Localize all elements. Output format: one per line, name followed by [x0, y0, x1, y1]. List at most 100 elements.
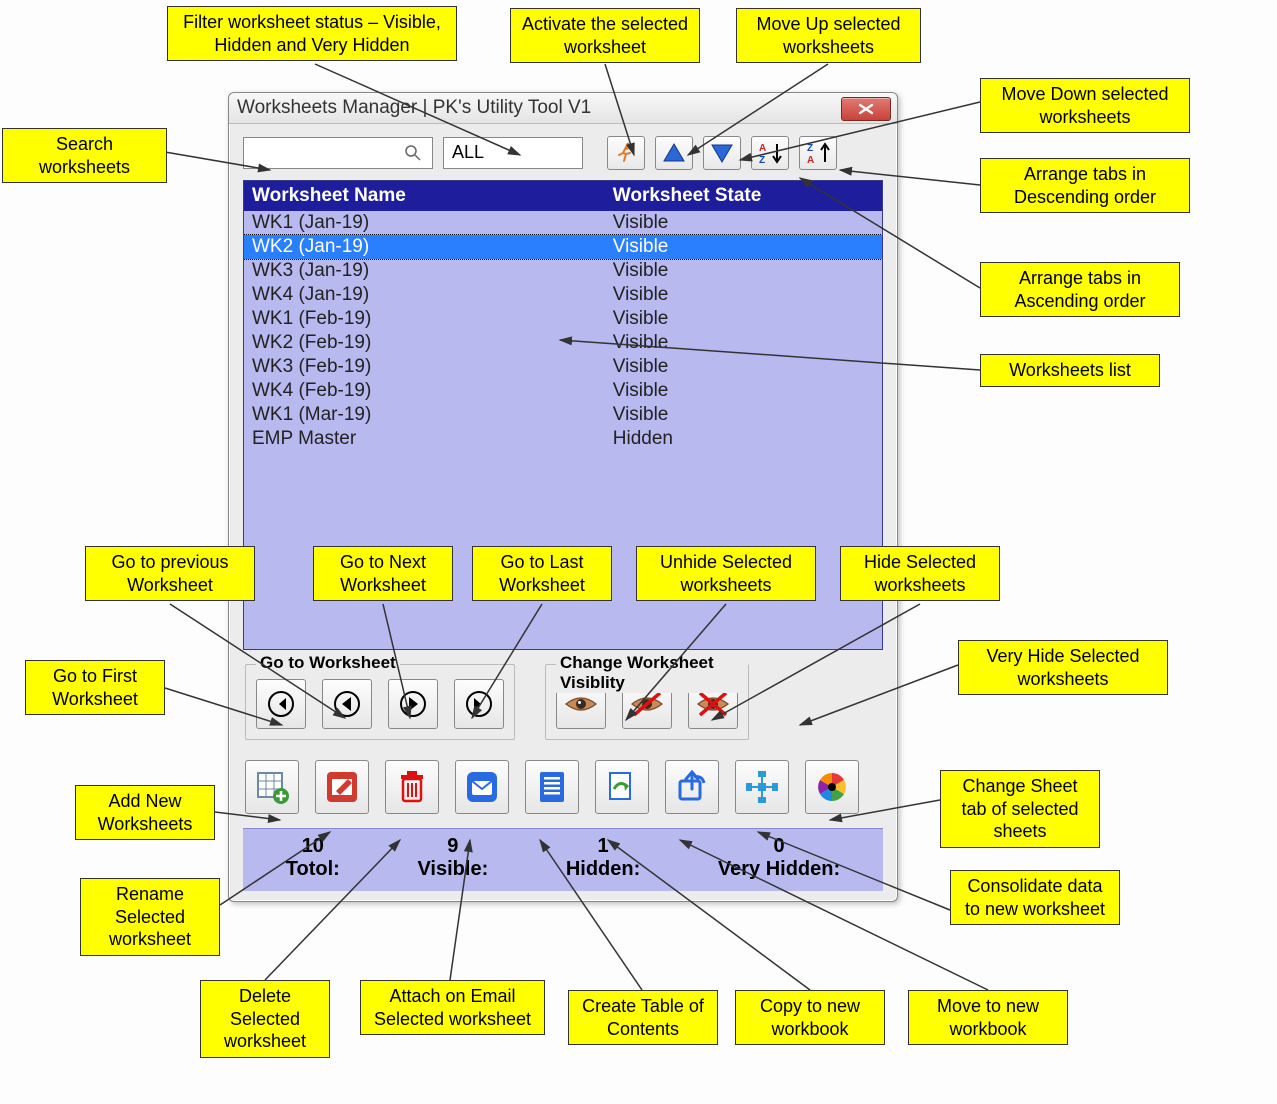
copy-to-workbook-button[interactable]: [595, 760, 649, 814]
toc-button[interactable]: [525, 760, 579, 814]
delete-button[interactable]: [385, 760, 439, 814]
callout-addnew: Add New Worksheets: [75, 785, 215, 840]
color-wheel-icon: [815, 770, 849, 804]
list-row[interactable]: WK3 (Jan-19)Visible: [244, 259, 882, 283]
callout-consolidate: Consolidate data to new worksheet: [950, 870, 1120, 925]
goto-prev-button[interactable]: [322, 679, 372, 729]
list-row[interactable]: WK1 (Mar-19)Visible: [244, 403, 882, 427]
callout-rename: Rename Selected worksheet: [80, 878, 220, 956]
stats-bar: 10Totol: 9Visible: 1Hidden: 0Very Hidden…: [243, 828, 883, 891]
goto-last-button[interactable]: [454, 679, 504, 729]
callout-email: Attach on Email Selected worksheet: [360, 980, 545, 1035]
row-name: WK2 (Jan-19): [252, 236, 613, 258]
window-title: Worksheets Manager | PK's Utility Tool V…: [237, 97, 591, 119]
row-state: Visible: [613, 332, 874, 354]
row-name: WK4 (Jan-19): [252, 284, 613, 306]
stat-veryhidden-value: 0: [773, 835, 784, 858]
goto-legend: Go to Worksheet: [256, 653, 400, 673]
row-state: Visible: [613, 380, 874, 402]
sheet-plus-icon: [254, 769, 290, 805]
callout-toc: Create Table of Contents: [568, 990, 718, 1045]
callout-search: Search worksheets: [2, 128, 167, 183]
row-name: WK1 (Feb-19): [252, 308, 613, 330]
sort-asc-button[interactable]: ZA: [799, 136, 837, 170]
list-row[interactable]: WK3 (Feb-19)Visible: [244, 355, 882, 379]
first-icon: [266, 689, 296, 719]
titlebar[interactable]: Worksheets Manager | PK's Utility Tool V…: [229, 93, 897, 124]
callout-movedown: Move Down selected worksheets: [980, 78, 1190, 133]
rename-icon: [324, 769, 360, 805]
svg-text:Z: Z: [807, 143, 813, 154]
callout-activate: Activate the selected worksheet: [510, 8, 700, 63]
sort-za-up-icon: ZA: [805, 140, 831, 166]
callout-list: Worksheets list: [980, 354, 1160, 387]
row-name: WK3 (Jan-19): [252, 260, 613, 282]
callout-sortdesc: Arrange tabs in Descending order: [980, 158, 1190, 213]
list-row[interactable]: WK2 (Feb-19)Visible: [244, 331, 882, 355]
rename-button[interactable]: [315, 760, 369, 814]
goto-next-button[interactable]: [388, 679, 438, 729]
close-button[interactable]: [841, 97, 891, 121]
svg-text:Z: Z: [759, 155, 765, 166]
row-name: WK4 (Feb-19): [252, 380, 613, 402]
search-input[interactable]: [244, 138, 404, 168]
activate-button[interactable]: [607, 136, 645, 170]
search-input-wrap: [243, 137, 433, 169]
email-button[interactable]: [455, 760, 509, 814]
next-icon: [398, 689, 428, 719]
merge-icon: [744, 769, 780, 805]
trash-icon: [395, 769, 429, 805]
row-name: EMP Master: [252, 428, 613, 450]
last-icon: [464, 689, 494, 719]
callout-tabcolor: Change Sheet tab of selected sheets: [940, 770, 1100, 848]
callout-unhide: Unhide Selected worksheets: [636, 546, 816, 601]
callout-veryhide: Very Hide Selected worksheets: [958, 640, 1168, 695]
search-icon: [404, 144, 428, 162]
export-icon: [674, 769, 710, 805]
row-state: Visible: [613, 260, 874, 282]
callout-gonext: Go to Next Worksheet: [313, 546, 453, 601]
row-name: WK1 (Mar-19): [252, 404, 613, 426]
consolidate-button[interactable]: [735, 760, 789, 814]
stat-visible-value: 9: [447, 835, 458, 858]
row-state: Visible: [613, 356, 874, 378]
list-row[interactable]: WK2 (Jan-19)Visible: [244, 235, 882, 259]
sort-az-down-icon: AZ: [757, 140, 783, 166]
callout-copynew: Copy to new workbook: [735, 990, 885, 1045]
visibility-legend: Change Worksheet Visiblity: [556, 653, 748, 693]
goto-group: Go to Worksheet: [245, 664, 515, 740]
filter-dropdown[interactable]: ALL: [443, 137, 583, 169]
document-lines-icon: [535, 769, 569, 805]
tab-color-button[interactable]: [805, 760, 859, 814]
stat-hidden-label: Hidden:: [566, 858, 640, 881]
list-row[interactable]: WK4 (Feb-19)Visible: [244, 379, 882, 403]
move-to-workbook-button[interactable]: [665, 760, 719, 814]
list-row[interactable]: WK1 (Feb-19)Visible: [244, 307, 882, 331]
row-name: WK1 (Jan-19): [252, 212, 613, 234]
svg-text:A: A: [807, 155, 814, 166]
eye-slash-icon: [630, 689, 664, 719]
row-state: Hidden: [613, 428, 874, 450]
move-up-button[interactable]: [655, 136, 693, 170]
svg-text:A: A: [759, 143, 766, 154]
col-header-state: Worksheet State: [613, 185, 874, 207]
list-row[interactable]: WK4 (Jan-19)Visible: [244, 283, 882, 307]
list-row[interactable]: EMP MasterHidden: [244, 427, 882, 451]
copy-sheet-icon: [604, 769, 640, 805]
stat-visible-label: Visible:: [417, 858, 488, 881]
col-header-name: Worksheet Name: [252, 185, 613, 207]
row-name: WK3 (Feb-19): [252, 356, 613, 378]
prev-icon: [332, 689, 362, 719]
running-man-icon: [614, 141, 638, 165]
callout-movenew: Move to new workbook: [908, 990, 1068, 1045]
add-worksheet-button[interactable]: [245, 760, 299, 814]
move-down-button[interactable]: [703, 136, 741, 170]
callout-filter: Filter worksheet status – Visible, Hidde…: [167, 6, 457, 61]
callout-golast: Go to Last Worksheet: [472, 546, 612, 601]
goto-first-button[interactable]: [256, 679, 306, 729]
stat-veryhidden-label: Very Hidden:: [718, 858, 840, 881]
callout-delete: Delete Selected worksheet: [200, 980, 330, 1058]
sort-desc-button[interactable]: AZ: [751, 136, 789, 170]
list-row[interactable]: WK1 (Jan-19)Visible: [244, 211, 882, 235]
row-state: Visible: [613, 212, 874, 234]
